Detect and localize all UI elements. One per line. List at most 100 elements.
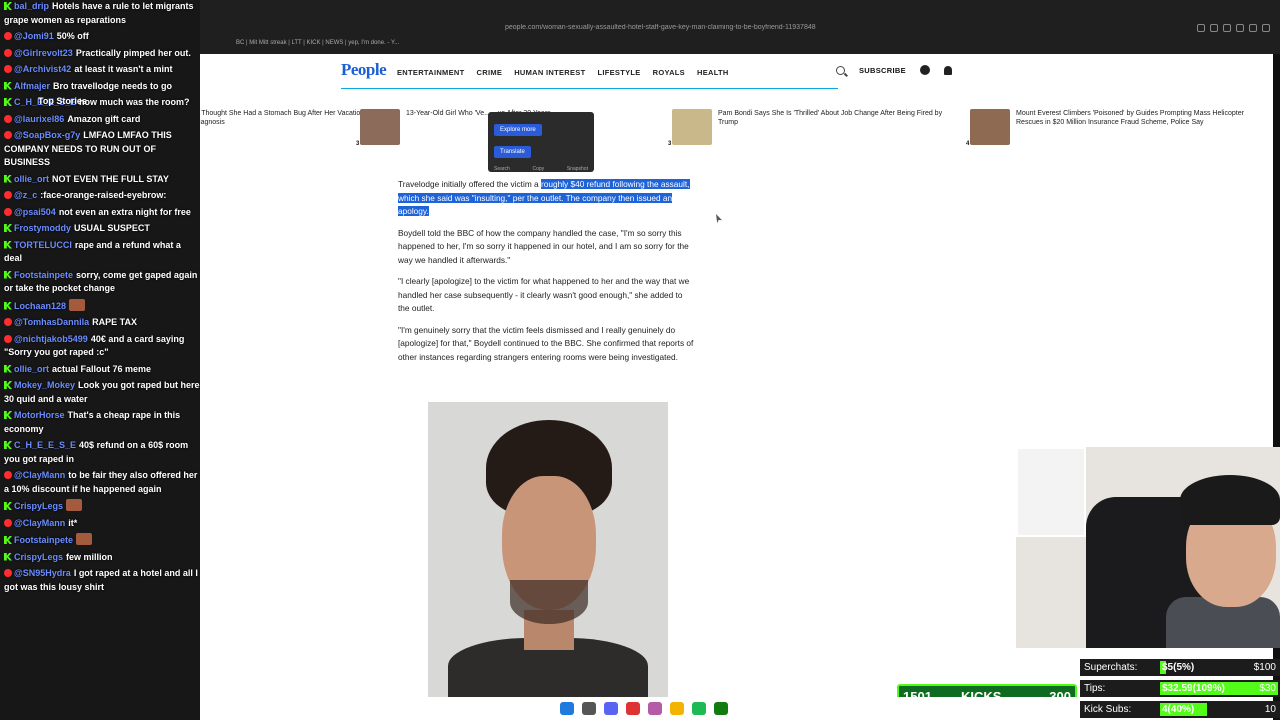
chat-username[interactable]: @Girlrevolt23 — [14, 48, 73, 58]
youtube-badge-icon — [4, 318, 12, 326]
chat-username[interactable]: CrispyLegs — [14, 552, 63, 562]
search-icon[interactable] — [836, 65, 845, 75]
superchats-goal: Superchats: $5(5%) $100 — [1080, 659, 1280, 676]
mugshot-photo — [428, 402, 668, 702]
subscribe-link[interactable]: SUBSCRIBE — [859, 66, 906, 75]
article-paragraph: "I'm genuinely sorry that the victim fee… — [398, 324, 694, 362]
translate-button[interactable]: Translate — [494, 146, 531, 158]
kick-badge-icon — [4, 81, 12, 90]
chat-username[interactable]: Mokey_Mokey — [14, 380, 75, 390]
explore-more-button[interactable]: Explore more — [494, 124, 542, 136]
chat-username[interactable]: @z_c — [14, 190, 37, 200]
nav-divider — [341, 88, 838, 89]
profile-icon[interactable] — [1249, 24, 1257, 32]
chat-message: @Girlrevolt23 Practically pimped her out. — [4, 47, 200, 61]
chat-username[interactable]: @Archivist42 — [14, 64, 71, 74]
chat-message: @SoapBox-g7y LMFAO LMFAO THIS COMPANY NEE… — [4, 129, 200, 170]
chat-username[interactable]: MotorHorse — [14, 410, 65, 420]
kick-badge-icon — [4, 411, 12, 419]
chat-username[interactable]: @Jomi91 — [14, 31, 54, 41]
nav-lifestyle[interactable]: LIFESTYLE — [597, 68, 640, 77]
chat-username[interactable]: @laurixel86 — [14, 114, 64, 124]
kick-badge-icon — [4, 301, 12, 310]
app-icon[interactable] — [648, 702, 662, 715]
chat-username[interactable]: ollie_ort — [14, 364, 49, 374]
article-paragraph: "I clearly [apologize] to the victim for… — [398, 276, 690, 313]
kick-badge-icon — [4, 98, 12, 106]
chat-username[interactable]: Alfmajer — [14, 81, 50, 91]
chat-username[interactable]: Footstainpete — [14, 270, 73, 280]
address-bar[interactable]: people.com/woman-sexually-assaulted-hote… — [505, 24, 925, 36]
chat-message: @TomhasDannila RAPE TAX — [4, 316, 200, 330]
account-icon[interactable] — [919, 65, 930, 75]
search-icon[interactable] — [582, 702, 596, 715]
kick-subs-target: 10 — [1264, 704, 1276, 715]
chat-username[interactable]: @ClayMann — [14, 518, 65, 528]
chat-username[interactable]: Frostymoddy — [14, 223, 71, 233]
popup-search-button[interactable]: Search — [494, 166, 510, 172]
story-card[interactable]: 3 Pam Bondi Says She Is 'Thrilled' About… — [668, 109, 948, 147]
chat-text: how much was the room? — [79, 97, 190, 107]
extension-icon[interactable] — [1210, 24, 1218, 32]
nav-health[interactable]: HEALTH — [697, 68, 729, 77]
toolbar-icons — [1197, 24, 1270, 32]
chat-username[interactable]: @TomhasDannila — [14, 317, 89, 327]
nav-crime[interactable]: CRIME — [477, 68, 503, 77]
chat-message: bal_drip Hotels have a rule to let migran… — [4, 0, 200, 27]
chat-message: @psai504 not even an extra night for free — [4, 206, 200, 220]
taskbar — [200, 697, 1080, 720]
extension-icon[interactable] — [1223, 24, 1231, 32]
nav-royals[interactable]: ROYALS — [653, 68, 685, 77]
chat-username[interactable]: CrispyLegs — [14, 501, 63, 511]
story-thumbnail — [970, 109, 1010, 145]
xbox-icon[interactable] — [714, 702, 728, 715]
youtube-badge-icon — [4, 518, 12, 527]
bookmarks-bar[interactable]: BC | Mit Mitt streak | LTT | KICK | NEWS… — [236, 40, 399, 46]
chat-username[interactable]: @nichtjakob5499 — [14, 334, 88, 344]
notification-bell-icon[interactable] — [943, 65, 952, 75]
chat-message: MotorHorse That's a cheap rape in this ec… — [4, 409, 200, 436]
start-icon[interactable] — [560, 702, 574, 715]
story-headline: Pam Bondi Says She Is 'Thrilled' About J… — [718, 110, 943, 126]
discord-icon[interactable] — [604, 702, 618, 715]
chat-text: 50% off — [56, 31, 89, 41]
chat-message: CrispyLegs — [4, 499, 200, 514]
chat-text: Bro travellodge needs to go — [53, 80, 173, 91]
chat-username[interactable]: ollie_ort — [14, 174, 49, 184]
chat-username[interactable]: @SoapBox-g7y — [14, 130, 80, 140]
site-logo[interactable]: People — [341, 60, 387, 80]
kick-badge-icon — [4, 174, 12, 183]
mouse-cursor-icon — [716, 214, 722, 223]
chat-message: @ClayMann it* — [4, 517, 200, 531]
chat-message: Lochaan128 — [4, 298, 200, 314]
bookmark-icon[interactable] — [1236, 24, 1244, 32]
folder-icon[interactable] — [670, 702, 684, 715]
chat-username[interactable]: bal_drip — [14, 1, 49, 11]
menu-icon[interactable] — [1262, 24, 1270, 32]
chat-username[interactable]: Footstainpete — [14, 535, 73, 545]
story-card[interactable]: 4 Mount Everest Climbers 'Poisoned' by G… — [966, 109, 1246, 147]
chat-username[interactable]: @SN95Hydra — [14, 568, 71, 578]
popup-snapshot-button[interactable]: Snapshot — [567, 166, 588, 172]
nav-entertainment[interactable]: ENTERTAINMENT — [397, 68, 465, 77]
chat-username[interactable]: Lochaan128 — [14, 301, 66, 311]
cam-window — [1016, 447, 1086, 537]
chat-message: Mokey_Mokey Look you got raped but here 3… — [4, 379, 200, 406]
spotify-icon[interactable] — [692, 702, 706, 715]
chat-text: USUAL SUSPECT — [74, 223, 150, 233]
chat-username[interactable]: @psai504 — [14, 207, 56, 217]
emote-icon — [66, 499, 83, 511]
app-icon[interactable] — [626, 702, 640, 715]
popup-copy-button[interactable]: Copy — [533, 166, 545, 172]
extension-icon[interactable] — [1197, 24, 1205, 32]
superchats-value: $5(5%) — [1162, 662, 1195, 673]
chat-text: at least it wasn't a mint — [74, 64, 173, 74]
chat-username[interactable]: TORTELUCCI — [14, 240, 72, 250]
chat-username[interactable]: @ClayMann — [14, 470, 65, 480]
nav-human-interest[interactable]: HUMAN INTEREST — [514, 68, 585, 77]
article-paragraph: Boydell told the BBC of how the company … — [398, 227, 689, 265]
chat-username[interactable]: C_H_E_E_S_E — [14, 440, 76, 450]
kick-subs-value: 4(40%) — [1162, 704, 1195, 715]
webcam-feed — [1016, 447, 1280, 648]
kick-badge-icon — [4, 441, 12, 449]
